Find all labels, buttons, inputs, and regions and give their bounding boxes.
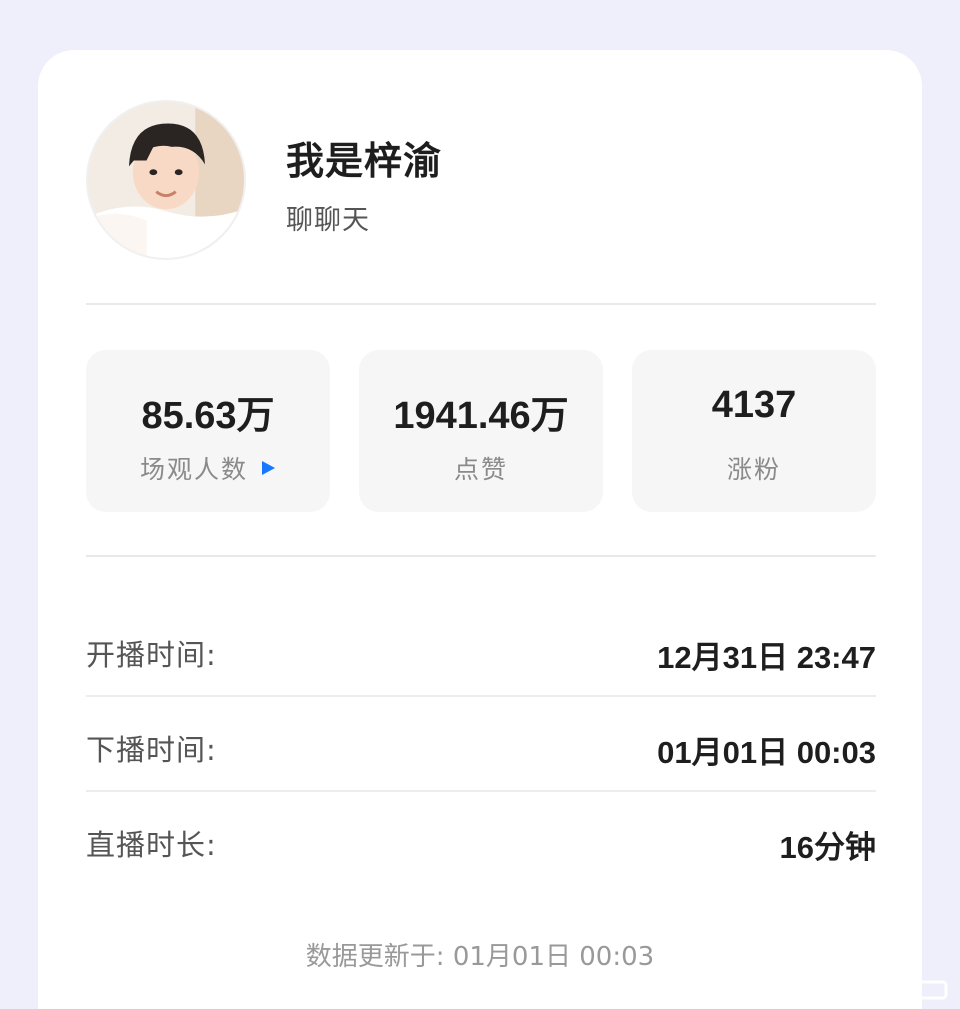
end-time-value: 01月01日 00:03 (657, 735, 876, 770)
data-updated-note: 数据更新于: 01月01日 00:03 (305, 942, 655, 972)
followers-gained-stat-tile: 4137 涨粉 (632, 350, 876, 512)
likes-label: 点赞 (453, 455, 508, 484)
start-time-label: 开播时间: (86, 638, 217, 672)
viewers-label-text: 场观人数 (139, 455, 248, 484)
followers-gained-label: 涨粉 (726, 455, 781, 484)
duration-value: 16分钟 (779, 830, 876, 865)
viewers-label: 场观人数 (86, 450, 330, 486)
divider (86, 303, 876, 305)
viewers-value: 85.63万 (141, 395, 275, 437)
live-stats-card: 我是梓渝 聊聊天 85.63万 场观人数 1941.46万 点赞 4137 涨粉… (38, 50, 922, 1009)
detail-row-duration: 直播时长: 16分钟 (86, 792, 876, 887)
likes-value: 1941.46万 (393, 395, 569, 437)
watermark-logo-icon (804, 980, 948, 1000)
detail-row-start-time: 开播时间: 12月31日 23:47 (86, 602, 876, 697)
avatar[interactable] (86, 100, 246, 260)
profile-header: 我是梓渝 聊聊天 (86, 100, 876, 260)
stats-row: 85.63万 场观人数 1941.46万 点赞 4137 涨粉 (86, 350, 876, 512)
detail-row-end-time: 下播时间: 01月01日 00:03 (86, 697, 876, 792)
likes-stat-tile: 1941.46万 点赞 (359, 350, 603, 512)
end-time-label: 下播时间: (86, 733, 217, 767)
play-icon[interactable] (260, 460, 276, 476)
duration-label: 直播时长: (86, 828, 217, 862)
divider (86, 555, 876, 557)
streamer-name: 我是梓渝 (286, 139, 443, 183)
person-avatar-icon (88, 102, 244, 258)
start-time-value: 12月31日 23:47 (657, 640, 876, 675)
followers-gained-value: 4137 (711, 384, 797, 426)
stream-title: 聊聊天 (286, 205, 370, 236)
viewers-stat-tile[interactable]: 85.63万 场观人数 (86, 350, 330, 512)
